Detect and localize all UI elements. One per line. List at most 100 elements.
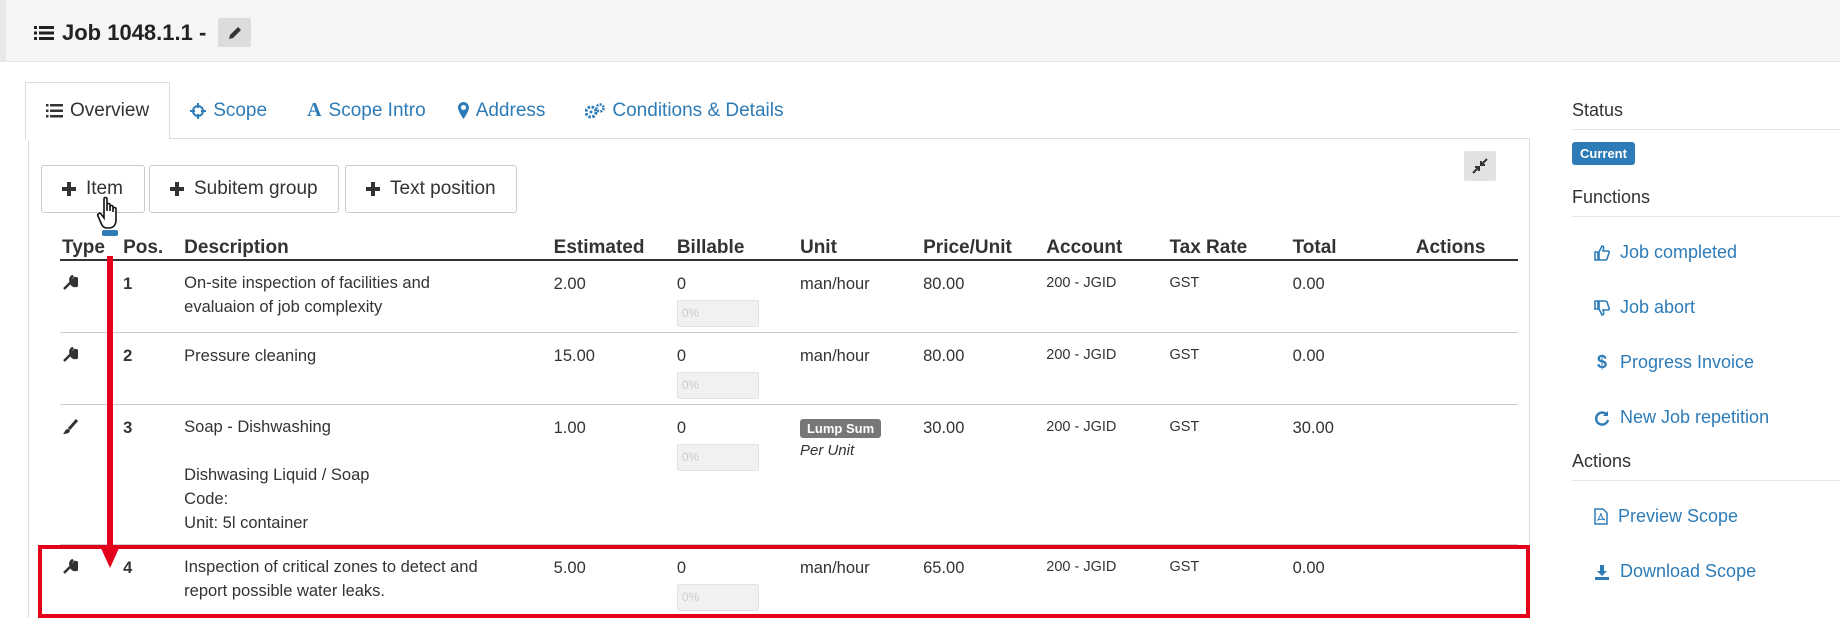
- price-value[interactable]: 80.00: [921, 332, 1045, 405]
- job-completed-link[interactable]: Job completed: [1572, 225, 1840, 280]
- tab-scope[interactable]: Scope: [170, 82, 287, 139]
- table-row[interactable]: 2 Pressure cleaning 15.00 0 0% man/hour …: [60, 332, 1518, 405]
- description-line: Code:: [184, 489, 229, 508]
- file-pdf-icon: [1594, 508, 1608, 525]
- brush-icon: [63, 418, 79, 434]
- tax-rate-value: GST: [1167, 260, 1291, 333]
- crosshair-icon: [190, 102, 207, 119]
- position-number: 3: [121, 404, 183, 545]
- tax-rate-value: GST: [1167, 332, 1291, 405]
- tab-label: Overview: [70, 100, 150, 121]
- drag-arrow-line: [107, 256, 113, 549]
- total-value: 0.00: [1290, 260, 1414, 333]
- billable-value: 0: [676, 346, 686, 365]
- refresh-icon: [1595, 410, 1610, 426]
- actions-heading: Actions: [1572, 451, 1840, 481]
- tab-label: Address: [475, 99, 546, 121]
- list-icon: [46, 104, 63, 118]
- progress-invoice-link[interactable]: $ Progress Invoice: [1572, 335, 1840, 390]
- dollar-icon: $: [1596, 352, 1607, 372]
- plus-icon: [170, 182, 184, 196]
- edit-title-button[interactable]: [218, 18, 252, 47]
- button-label: Text position: [390, 178, 496, 199]
- table-header-row: Type Pos. Description Estimated Billable…: [60, 232, 1518, 261]
- plus-icon: [366, 182, 380, 196]
- wrench-icon: [63, 346, 81, 362]
- unit-value: man/hour: [797, 332, 922, 405]
- tab-label: Conditions & Details: [612, 99, 784, 121]
- billable-value: 0: [676, 418, 686, 437]
- tab-address[interactable]: Address: [446, 82, 566, 139]
- description-line: Soap - Dishwashing: [184, 417, 331, 436]
- price-value[interactable]: 80.00: [921, 260, 1045, 333]
- status-badge: Current: [1572, 142, 1635, 165]
- description-cell[interactable]: Pressure cleaning: [182, 332, 552, 405]
- account-value: 200 - JGID: [1044, 260, 1168, 333]
- description-cell[interactable]: On-site inspection of facilities and eva…: [182, 260, 552, 333]
- billable-percent-input[interactable]: 0%: [676, 443, 759, 471]
- column-header: Unit: [797, 232, 922, 261]
- add-item-button[interactable]: Item: [41, 165, 145, 213]
- add-text-position-button[interactable]: Text position: [345, 165, 517, 213]
- table-row[interactable]: 1 On-site inspection of facilities and e…: [60, 260, 1518, 333]
- column-header: Total: [1290, 232, 1414, 261]
- pencil-icon: [228, 26, 241, 39]
- add-subitem-group-button[interactable]: Subitem group: [149, 165, 339, 213]
- button-label: Subitem group: [194, 178, 318, 199]
- unit-sub-label: Per Unit: [799, 441, 855, 459]
- font-icon: A: [307, 99, 322, 121]
- description-line: Dishwasing Liquid / Soap: [184, 465, 370, 484]
- new-job-repetition-link[interactable]: New Job repetition: [1572, 390, 1840, 445]
- estimated-value[interactable]: 1.00: [551, 404, 675, 545]
- description-line: Unit: 5l container: [184, 513, 308, 532]
- billable-percent-input[interactable]: 0%: [676, 300, 759, 327]
- thumbs-up-icon: [1594, 244, 1610, 261]
- actions-cell: [1413, 404, 1518, 545]
- plus-icon: [62, 182, 76, 196]
- link-label: New Job repetition: [1620, 407, 1770, 427]
- hand-cursor-icon: [97, 196, 118, 236]
- collapse-button[interactable]: [1464, 151, 1496, 181]
- description-cell[interactable]: Soap - Dishwashing Dishwasing Liquid / S…: [182, 404, 552, 545]
- column-header: Billable: [674, 232, 798, 261]
- total-value: 0.00: [1290, 332, 1414, 405]
- tab-label: Scope Intro: [328, 99, 426, 121]
- gears-icon: [585, 102, 606, 118]
- estimated-value[interactable]: 2.00: [551, 260, 675, 333]
- estimated-value[interactable]: 15.00: [551, 332, 675, 405]
- column-header: Description: [182, 232, 552, 261]
- billable-percent-input[interactable]: 0%: [676, 371, 759, 399]
- price-value[interactable]: 30.00: [921, 404, 1045, 545]
- actions-cell: [1413, 332, 1518, 405]
- compress-icon: [1472, 158, 1488, 174]
- download-scope-link[interactable]: Download Scope: [1572, 544, 1840, 599]
- link-label: Progress Invoice: [1620, 352, 1755, 372]
- tab-conditions-details[interactable]: Conditions & Details: [565, 82, 803, 139]
- page-title: Job 1048.1.1 -: [62, 19, 207, 45]
- column-header: Tax Rate: [1167, 232, 1291, 261]
- table-row[interactable]: 3 Soap - Dishwashing Dishwasing Liquid /…: [60, 404, 1518, 545]
- position-number: 2: [121, 332, 183, 405]
- tab-overview[interactable]: Overview: [25, 82, 171, 140]
- list-icon: [34, 25, 54, 40]
- column-header: Actions: [1413, 232, 1518, 261]
- status-heading: Status: [1572, 100, 1840, 130]
- thumbs-down-icon: [1594, 299, 1610, 316]
- tab-label: Scope: [213, 99, 268, 121]
- link-label: Preview Scope: [1618, 506, 1739, 526]
- wrench-icon: [63, 274, 81, 290]
- preview-scope-link[interactable]: Preview Scope: [1572, 489, 1840, 544]
- link-label: Download Scope: [1620, 561, 1757, 581]
- job-abort-link[interactable]: Job abort: [1572, 280, 1840, 335]
- unit-badge: Lump Sum: [799, 418, 882, 438]
- billable-value: 0: [676, 275, 686, 293]
- tab-scope-intro[interactable]: A Scope Intro: [287, 82, 446, 139]
- page-title-wrap: Job 1048.1.1 -: [34, 18, 252, 47]
- page-header: Job 1048.1.1 -: [0, 0, 1840, 62]
- account-value: 200 - JGID: [1044, 332, 1168, 405]
- functions-heading: Functions: [1572, 187, 1840, 217]
- position-number: 1: [121, 260, 183, 333]
- highlighted-new-row-outline: [38, 545, 1530, 618]
- column-header: Price/Unit: [921, 232, 1045, 261]
- right-sidebar: Status Current Functions Job completed J…: [1572, 100, 1840, 599]
